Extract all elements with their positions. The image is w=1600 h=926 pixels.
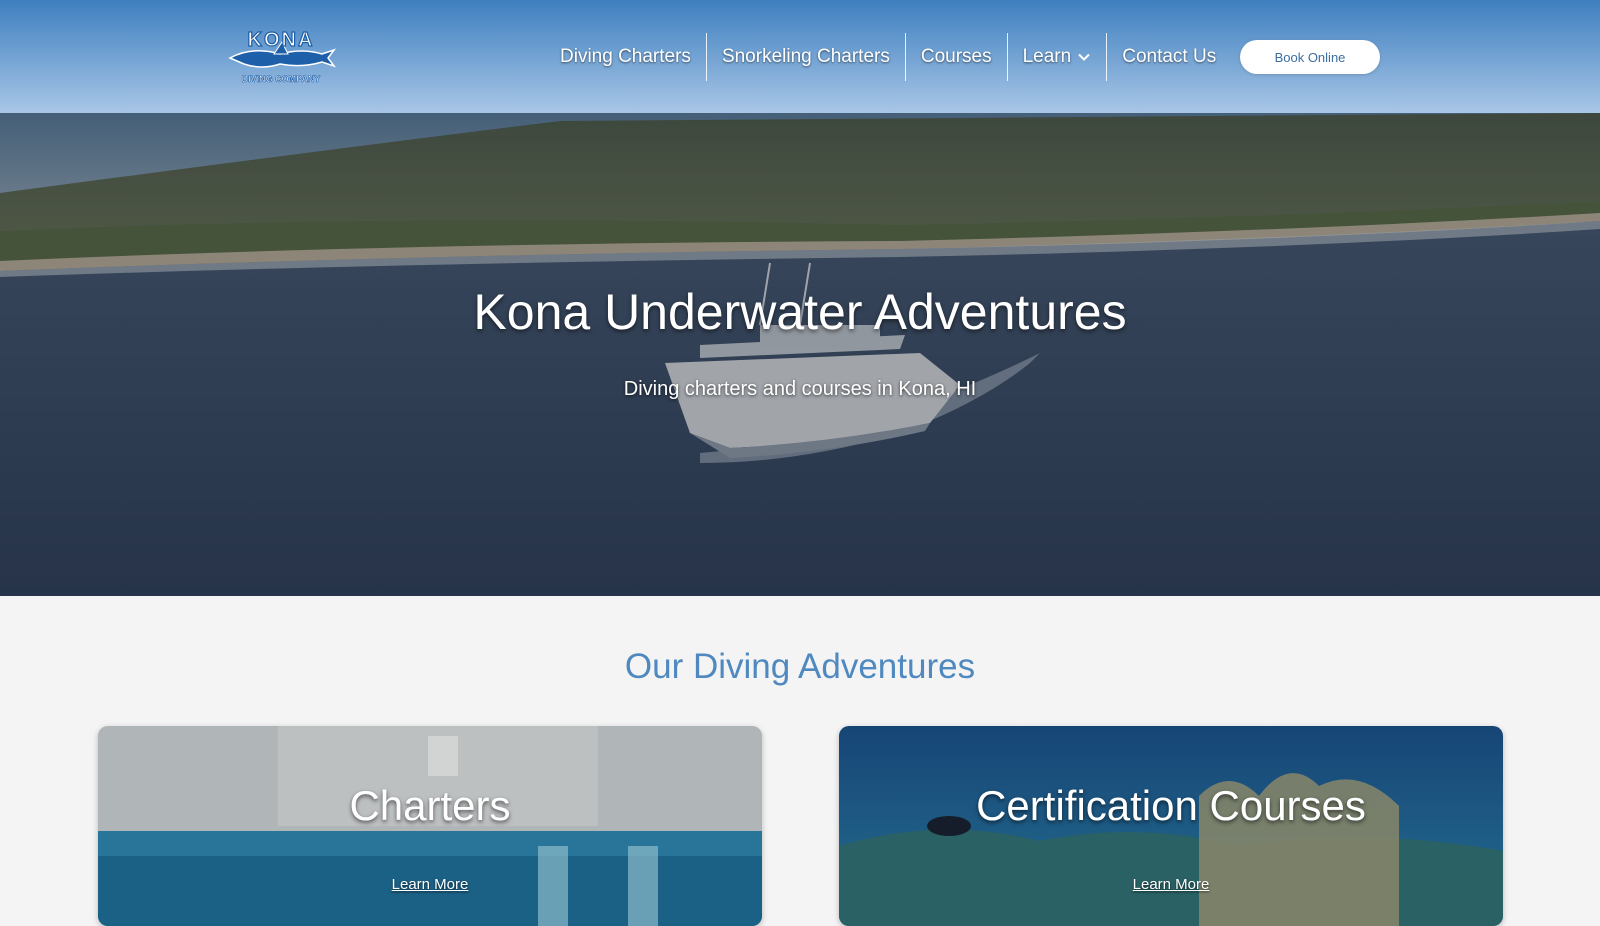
learn-more-link[interactable]: Learn More	[392, 876, 469, 893]
hero-banner: Kona Underwater Adventures Diving charte…	[0, 113, 1600, 596]
logo-subtext: DIVING COMPANY	[242, 74, 321, 84]
logo-text: KONA	[248, 29, 315, 51]
nav-snorkeling-charters[interactable]: Snorkeling Charters	[707, 33, 905, 81]
nav-courses[interactable]: Courses	[906, 33, 1007, 81]
charters-card[interactable]: Charters Learn More	[98, 726, 762, 926]
card-title: Certification Courses	[976, 782, 1366, 829]
learn-more-link[interactable]: Learn More	[1133, 876, 1210, 893]
hero-background-image	[0, 113, 1600, 596]
nav-label: Diving Charters	[560, 46, 691, 67]
card-link-wrapper: Learn More	[839, 876, 1503, 894]
main-nav: Diving Charters Snorkeling Charters Cour…	[545, 33, 1231, 81]
nav-label: Courses	[920, 46, 992, 67]
nav-diving-charters[interactable]: Diving Charters	[545, 33, 706, 81]
card-link-wrapper: Learn More	[98, 876, 762, 894]
section-title: Our Diving Adventures	[624, 647, 976, 686]
nav-label: Learn	[1022, 46, 1072, 67]
nav-contact-us[interactable]: Contact Us	[1107, 33, 1231, 81]
nav-label: Snorkeling Charters	[721, 46, 890, 67]
certification-courses-card[interactable]: Certification Courses Learn More	[839, 726, 1503, 926]
book-online-button[interactable]: Book Online	[1240, 40, 1380, 74]
chevron-down-icon[interactable]	[1077, 50, 1091, 64]
card-title: Charters	[349, 782, 511, 829]
hero-subtitle: Diving charters and courses in Kona, HI	[623, 378, 977, 400]
kona-diving-logo[interactable]: KONA DIVING COMPANY	[222, 24, 340, 86]
nav-label: Contact Us	[1122, 46, 1217, 67]
nav-learn[interactable]: Learn	[1008, 33, 1107, 81]
site-header: KONA DIVING COMPANY Diving Charters Snor…	[0, 0, 1600, 113]
hero-title: Kona Underwater Adventures	[473, 284, 1127, 340]
